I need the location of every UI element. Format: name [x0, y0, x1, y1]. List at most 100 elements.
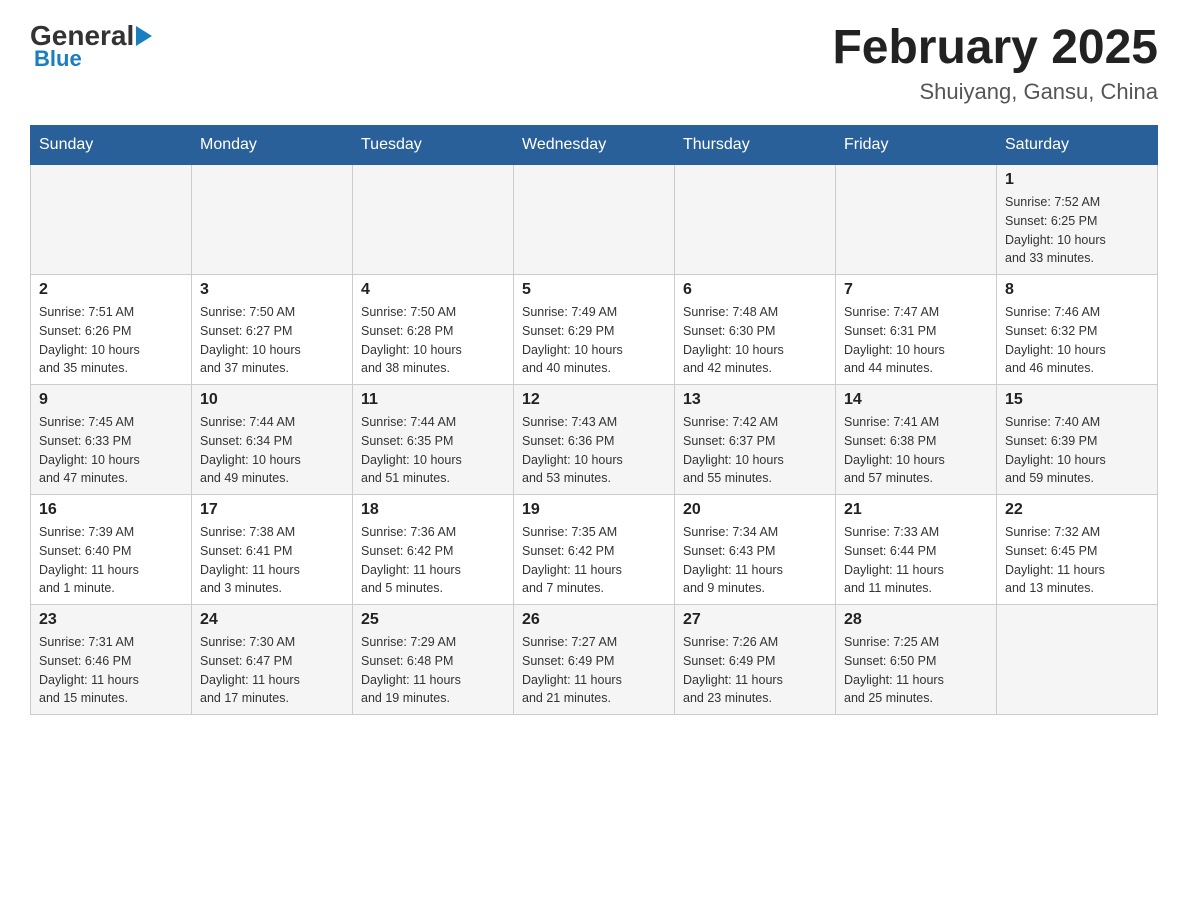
weekday-header-row: Sunday Monday Tuesday Wednesday Thursday… [31, 126, 1158, 165]
day-info: Sunrise: 7:45 AM Sunset: 6:33 PM Dayligh… [39, 413, 183, 488]
calendar-cell: 12 Sunrise: 7:43 AM Sunset: 6:36 PM Dayli… [514, 385, 675, 495]
day-info: Sunrise: 7:38 AM Sunset: 6:41 PM Dayligh… [200, 523, 344, 598]
day-number: 14 [844, 391, 988, 409]
day-number: 21 [844, 501, 988, 519]
calendar-cell [675, 165, 836, 275]
calendar-cell [997, 605, 1158, 715]
day-info: Sunrise: 7:44 AM Sunset: 6:35 PM Dayligh… [361, 413, 505, 488]
calendar-table: Sunday Monday Tuesday Wednesday Thursday… [30, 125, 1158, 715]
calendar-cell [353, 165, 514, 275]
day-number: 2 [39, 281, 183, 299]
day-number: 16 [39, 501, 183, 519]
calendar-cell: 10 Sunrise: 7:44 AM Sunset: 6:34 PM Dayli… [192, 385, 353, 495]
header-monday: Monday [192, 126, 353, 165]
calendar-cell: 8 Sunrise: 7:46 AM Sunset: 6:32 PM Daylig… [997, 275, 1158, 385]
calendar-cell: 23 Sunrise: 7:31 AM Sunset: 6:46 PM Dayli… [31, 605, 192, 715]
day-info: Sunrise: 7:26 AM Sunset: 6:49 PM Dayligh… [683, 633, 827, 708]
day-number: 10 [200, 391, 344, 409]
calendar-cell: 7 Sunrise: 7:47 AM Sunset: 6:31 PM Daylig… [836, 275, 997, 385]
day-number: 28 [844, 611, 988, 629]
day-info: Sunrise: 7:46 AM Sunset: 6:32 PM Dayligh… [1005, 303, 1149, 378]
header-tuesday: Tuesday [353, 126, 514, 165]
day-number: 15 [1005, 391, 1149, 409]
calendar-cell: 17 Sunrise: 7:38 AM Sunset: 6:41 PM Dayli… [192, 495, 353, 605]
day-number: 18 [361, 501, 505, 519]
header: General Blue February 2025 Shuiyang, Gan… [30, 20, 1158, 105]
day-number: 25 [361, 611, 505, 629]
calendar-cell [192, 165, 353, 275]
header-sunday: Sunday [31, 126, 192, 165]
day-info: Sunrise: 7:40 AM Sunset: 6:39 PM Dayligh… [1005, 413, 1149, 488]
location-subtitle: Shuiyang, Gansu, China [832, 79, 1158, 105]
day-info: Sunrise: 7:42 AM Sunset: 6:37 PM Dayligh… [683, 413, 827, 488]
day-number: 13 [683, 391, 827, 409]
calendar-cell [514, 165, 675, 275]
day-info: Sunrise: 7:50 AM Sunset: 6:28 PM Dayligh… [361, 303, 505, 378]
calendar-cell: 5 Sunrise: 7:49 AM Sunset: 6:29 PM Daylig… [514, 275, 675, 385]
day-number: 5 [522, 281, 666, 299]
day-info: Sunrise: 7:33 AM Sunset: 6:44 PM Dayligh… [844, 523, 988, 598]
calendar-cell: 6 Sunrise: 7:48 AM Sunset: 6:30 PM Daylig… [675, 275, 836, 385]
calendar-cell: 14Sunrise: 7:41 AM Sunset: 6:38 PM Dayli… [836, 385, 997, 495]
day-number: 20 [683, 501, 827, 519]
day-number: 19 [522, 501, 666, 519]
day-number: 12 [522, 391, 666, 409]
title-area: February 2025 Shuiyang, Gansu, China [832, 20, 1158, 105]
day-info: Sunrise: 7:34 AM Sunset: 6:43 PM Dayligh… [683, 523, 827, 598]
day-info: Sunrise: 7:51 AM Sunset: 6:26 PM Dayligh… [39, 303, 183, 378]
header-saturday: Saturday [997, 126, 1158, 165]
day-info: Sunrise: 7:32 AM Sunset: 6:45 PM Dayligh… [1005, 523, 1149, 598]
calendar-cell: 18 Sunrise: 7:36 AM Sunset: 6:42 PM Dayli… [353, 495, 514, 605]
calendar-cell: 25 Sunrise: 7:29 AM Sunset: 6:48 PM Dayli… [353, 605, 514, 715]
day-info: Sunrise: 7:27 AM Sunset: 6:49 PM Dayligh… [522, 633, 666, 708]
day-info: Sunrise: 7:35 AM Sunset: 6:42 PM Dayligh… [522, 523, 666, 598]
day-number: 23 [39, 611, 183, 629]
logo-blue-text: Blue [34, 46, 82, 72]
week-row-5: 23 Sunrise: 7:31 AM Sunset: 6:46 PM Dayli… [31, 605, 1158, 715]
day-number: 6 [683, 281, 827, 299]
calendar-title: February 2025 [832, 20, 1158, 75]
day-number: 7 [844, 281, 988, 299]
day-number: 22 [1005, 501, 1149, 519]
calendar-cell: 15 Sunrise: 7:40 AM Sunset: 6:39 PM Dayli… [997, 385, 1158, 495]
calendar-cell: 22 Sunrise: 7:32 AM Sunset: 6:45 PM Dayli… [997, 495, 1158, 605]
day-info: Sunrise: 7:31 AM Sunset: 6:46 PM Dayligh… [39, 633, 183, 708]
calendar-cell: 21 Sunrise: 7:33 AM Sunset: 6:44 PM Dayli… [836, 495, 997, 605]
day-info: Sunrise: 7:36 AM Sunset: 6:42 PM Dayligh… [361, 523, 505, 598]
day-info: Sunrise: 7:48 AM Sunset: 6:30 PM Dayligh… [683, 303, 827, 378]
calendar-cell: 1Sunrise: 7:52 AM Sunset: 6:25 PM Daylig… [997, 165, 1158, 275]
calendar-cell: 9 Sunrise: 7:45 AM Sunset: 6:33 PM Daylig… [31, 385, 192, 495]
day-number: 4 [361, 281, 505, 299]
calendar-cell: 27 Sunrise: 7:26 AM Sunset: 6:49 PM Dayli… [675, 605, 836, 715]
calendar-cell: 11 Sunrise: 7:44 AM Sunset: 6:35 PM Dayli… [353, 385, 514, 495]
day-number: 26 [522, 611, 666, 629]
logo: General Blue [30, 20, 154, 72]
calendar-cell: 19 Sunrise: 7:35 AM Sunset: 6:42 PM Dayli… [514, 495, 675, 605]
day-info: Sunrise: 7:44 AM Sunset: 6:34 PM Dayligh… [200, 413, 344, 488]
day-number: 8 [1005, 281, 1149, 299]
week-row-2: 2 Sunrise: 7:51 AM Sunset: 6:26 PM Daylig… [31, 275, 1158, 385]
day-number: 11 [361, 391, 505, 409]
week-row-1: 1Sunrise: 7:52 AM Sunset: 6:25 PM Daylig… [31, 165, 1158, 275]
day-number: 24 [200, 611, 344, 629]
calendar-cell: 20 Sunrise: 7:34 AM Sunset: 6:43 PM Dayli… [675, 495, 836, 605]
calendar-cell [31, 165, 192, 275]
week-row-4: 16Sunrise: 7:39 AM Sunset: 6:40 PM Dayli… [31, 495, 1158, 605]
calendar-cell: 4 Sunrise: 7:50 AM Sunset: 6:28 PM Daylig… [353, 275, 514, 385]
day-number: 27 [683, 611, 827, 629]
day-info: Sunrise: 7:49 AM Sunset: 6:29 PM Dayligh… [522, 303, 666, 378]
calendar-cell: 24 Sunrise: 7:30 AM Sunset: 6:47 PM Dayli… [192, 605, 353, 715]
calendar-cell: 3Sunrise: 7:50 AM Sunset: 6:27 PM Daylig… [192, 275, 353, 385]
day-number: 17 [200, 501, 344, 519]
day-number: 9 [39, 391, 183, 409]
calendar-cell: 28Sunrise: 7:25 AM Sunset: 6:50 PM Dayli… [836, 605, 997, 715]
calendar-cell [836, 165, 997, 275]
day-info: Sunrise: 7:29 AM Sunset: 6:48 PM Dayligh… [361, 633, 505, 708]
calendar-cell: 13 Sunrise: 7:42 AM Sunset: 6:37 PM Dayli… [675, 385, 836, 495]
day-info: Sunrise: 7:30 AM Sunset: 6:47 PM Dayligh… [200, 633, 344, 708]
day-info: Sunrise: 7:47 AM Sunset: 6:31 PM Dayligh… [844, 303, 988, 378]
day-info: Sunrise: 7:43 AM Sunset: 6:36 PM Dayligh… [522, 413, 666, 488]
day-info: Sunrise: 7:52 AM Sunset: 6:25 PM Dayligh… [1005, 193, 1149, 268]
day-info: Sunrise: 7:50 AM Sunset: 6:27 PM Dayligh… [200, 303, 344, 378]
calendar-cell: 26 Sunrise: 7:27 AM Sunset: 6:49 PM Dayli… [514, 605, 675, 715]
